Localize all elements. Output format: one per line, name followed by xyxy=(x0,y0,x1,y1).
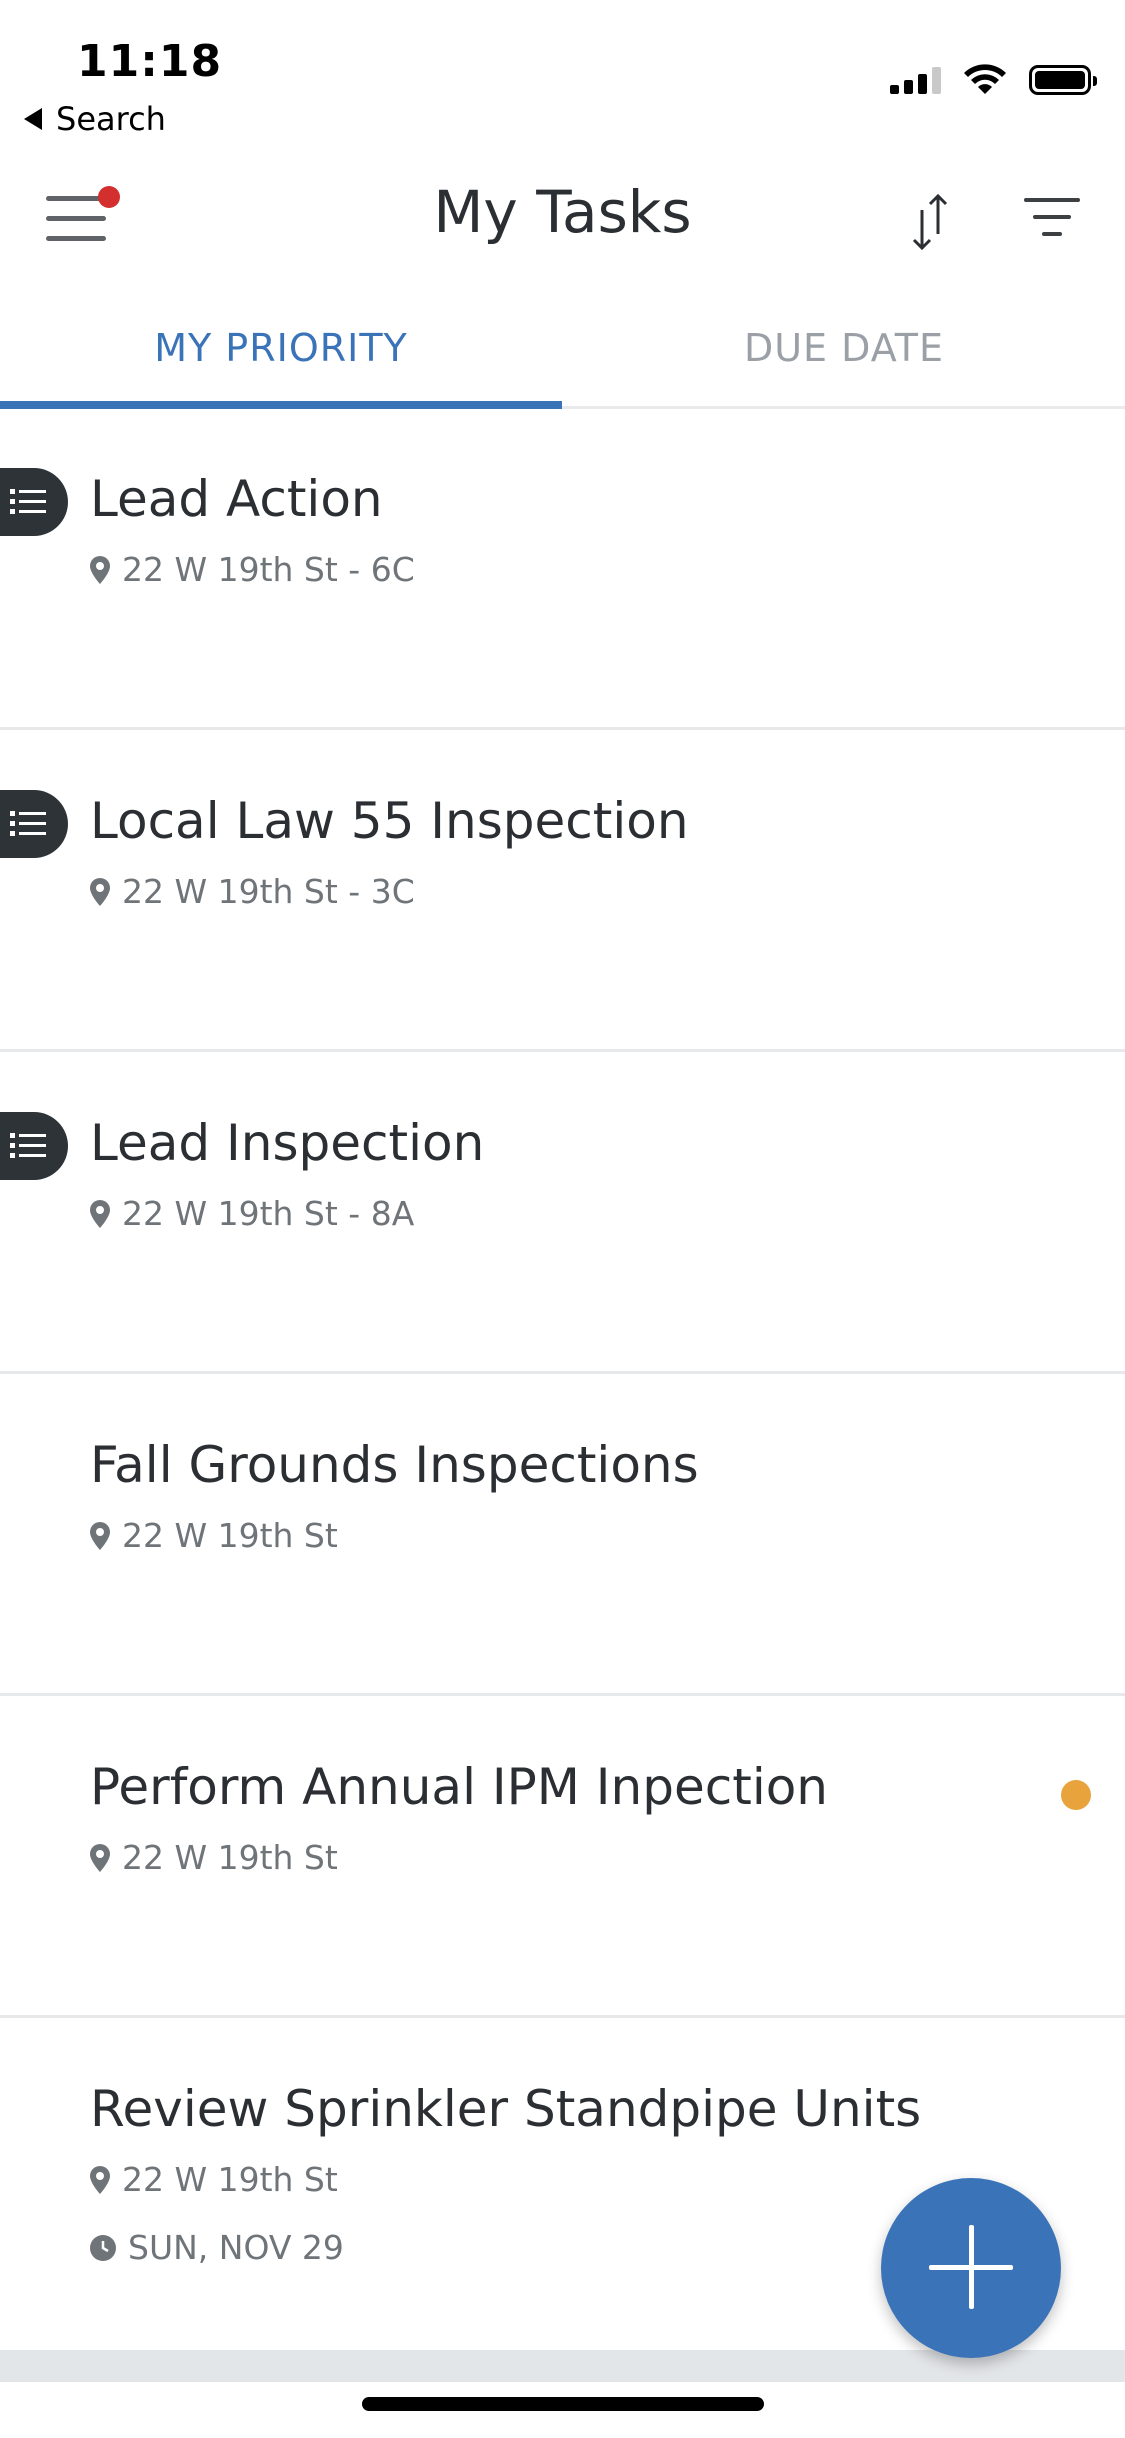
map-pin-icon xyxy=(90,2165,110,2194)
task-address-row: 22 W 19th St xyxy=(90,2160,338,2199)
task-item[interactable]: Perform Annual IPM Inpection 22 W 19th S… xyxy=(0,1696,1125,2018)
task-title: Lead Inspection xyxy=(90,1114,485,1172)
task-title: Review Sprinkler Standpipe Units xyxy=(90,2080,922,2138)
task-address: 22 W 19th St - 3C xyxy=(122,872,415,911)
map-pin-icon xyxy=(90,877,110,906)
task-address: 22 W 19th St xyxy=(122,1838,338,1877)
task-due-date: SUN, NOV 29 xyxy=(128,2228,344,2267)
task-address: 22 W 19th St - 6C xyxy=(122,550,415,589)
list-icon xyxy=(10,489,46,514)
task-item[interactable]: Local Law 55 Inspection 22 W 19th St - 3… xyxy=(0,730,1125,1052)
task-title: Perform Annual IPM Inpection xyxy=(90,1758,828,1816)
map-pin-icon xyxy=(90,1199,110,1228)
wifi-icon xyxy=(964,64,1006,94)
list-icon xyxy=(10,1133,46,1158)
checklist-badge xyxy=(0,468,68,536)
task-address-row: 22 W 19th St - 3C xyxy=(90,872,415,911)
task-item[interactable]: Lead Action 22 W 19th St - 6C xyxy=(0,408,1125,730)
status-dot xyxy=(1061,1780,1091,1810)
clock-icon xyxy=(90,2234,116,2261)
task-due-date-row: SUN, NOV 29 xyxy=(90,2228,344,2267)
task-address-row: 22 W 19th St xyxy=(90,1516,338,1555)
back-arrow-icon xyxy=(24,108,42,130)
sort-icon xyxy=(912,193,948,251)
sort-button[interactable] xyxy=(905,190,955,254)
task-address: 22 W 19th St xyxy=(122,2160,338,2199)
status-bar: 11:18 Search xyxy=(0,0,1125,150)
map-pin-icon xyxy=(90,1521,110,1550)
tab-due-date[interactable]: DUE DATE xyxy=(563,290,1125,406)
task-address: 22 W 19th St xyxy=(122,1516,338,1555)
app-header: My Tasks xyxy=(0,150,1125,280)
cellular-signal-icon xyxy=(890,66,941,94)
status-icons xyxy=(890,64,1097,96)
task-item[interactable]: Lead Inspection 22 W 19th St - 8A xyxy=(0,1052,1125,1374)
filter-button[interactable] xyxy=(1024,198,1080,238)
map-pin-icon xyxy=(90,1843,110,1872)
back-to-search[interactable]: Search xyxy=(24,100,166,138)
task-address: 22 W 19th St - 8A xyxy=(122,1194,415,1233)
task-item[interactable]: Fall Grounds Inspections 22 W 19th St xyxy=(0,1374,1125,1696)
status-time: 11:18 xyxy=(77,36,223,87)
home-indicator[interactable] xyxy=(362,2397,764,2411)
task-address-row: 22 W 19th St - 6C xyxy=(90,550,415,589)
map-pin-icon xyxy=(90,555,110,584)
list-icon xyxy=(10,811,46,836)
tab-my-priority[interactable]: MY PRIORITY xyxy=(0,290,562,406)
tab-bar: MY PRIORITY DUE DATE xyxy=(0,290,1125,409)
back-label: Search xyxy=(56,100,166,138)
checklist-badge xyxy=(0,1112,68,1180)
task-address-row: 22 W 19th St xyxy=(90,1838,338,1877)
task-title: Local Law 55 Inspection xyxy=(90,792,689,850)
task-address-row: 22 W 19th St - 8A xyxy=(90,1194,414,1233)
page-title: My Tasks xyxy=(433,178,692,246)
add-task-button[interactable] xyxy=(881,2178,1061,2358)
battery-icon xyxy=(1029,65,1097,95)
checklist-badge xyxy=(0,790,68,858)
task-title: Fall Grounds Inspections xyxy=(90,1436,699,1494)
task-list: Lead Action 22 W 19th St - 6C Local Law … xyxy=(0,408,1125,2438)
task-title: Lead Action xyxy=(90,470,383,528)
